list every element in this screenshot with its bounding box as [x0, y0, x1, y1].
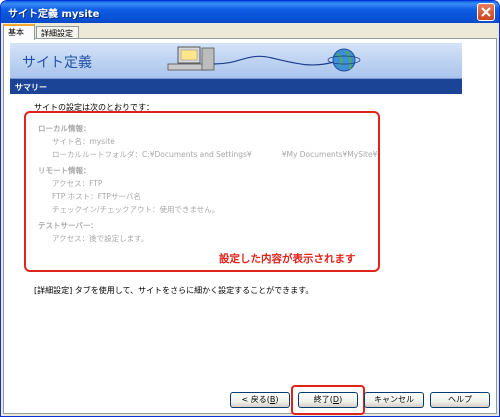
test-access-line: アクセス：後で設定します。: [52, 234, 149, 243]
test-server-heading: テストサーバー：: [38, 221, 98, 230]
finish-button-suffix: ): [339, 395, 343, 404]
site-definition-window: サイト定義 mysite 基本 詳細設定 サイト定義 サマリー サイトの設定は次…: [0, 0, 500, 417]
local-root-line: ローカルルートフォルダ：C:¥Documents and Settings¥ ¥…: [52, 150, 378, 159]
close-icon: [481, 7, 491, 17]
checkin-line: チェックイン/チェックアウト：使用できません。: [52, 205, 220, 214]
title-bar[interactable]: サイト定義 mysite: [1, 1, 499, 23]
highlight-note: 設定した内容が表示されます: [219, 253, 356, 265]
help-button[interactable]: ヘルプ: [430, 392, 490, 408]
summary-highlight-box: ローカル情報： サイト名：mysite ローカルルートフォルダ：C:¥Docum…: [24, 111, 380, 272]
advanced-tab-hint: [詳細設定] タブを使用して、サイトをさらに細かく設定することができます。: [34, 286, 314, 295]
close-button[interactable]: [477, 3, 495, 21]
wizard-banner: サイト定義: [10, 43, 462, 79]
cancel-button[interactable]: キャンセル: [364, 392, 424, 408]
summary-section-header: サマリー: [10, 79, 462, 94]
tab-basic[interactable]: 基本: [3, 24, 35, 40]
tab-strip: 基本 詳細設定: [1, 23, 499, 40]
section-label: サマリー: [15, 83, 47, 92]
banner-title: サイト定義: [22, 55, 92, 71]
tab-panel: サイト定義 サマリー サイトの設定は次のとおりです： ローカル情報： サイト名：…: [3, 38, 497, 415]
finish-button[interactable]: 終了(D): [298, 392, 358, 408]
network-illustration-icon: [167, 46, 361, 72]
back-button-label: < 戻る(: [241, 395, 270, 404]
local-info-heading: ローカル情報：: [38, 124, 91, 133]
site-name-line: サイト名：mysite: [52, 137, 115, 146]
ftp-host-line: FTP ホスト：FTPサーバ名: [52, 192, 141, 201]
back-button[interactable]: < 戻る(B): [230, 392, 290, 408]
access-line: アクセス：FTP: [52, 179, 103, 188]
window-title: サイト定義 mysite: [8, 9, 100, 20]
finish-button-label: 終了(: [313, 395, 333, 404]
remote-info-heading: リモート情報：: [38, 166, 91, 175]
back-button-suffix: ): [275, 395, 279, 404]
